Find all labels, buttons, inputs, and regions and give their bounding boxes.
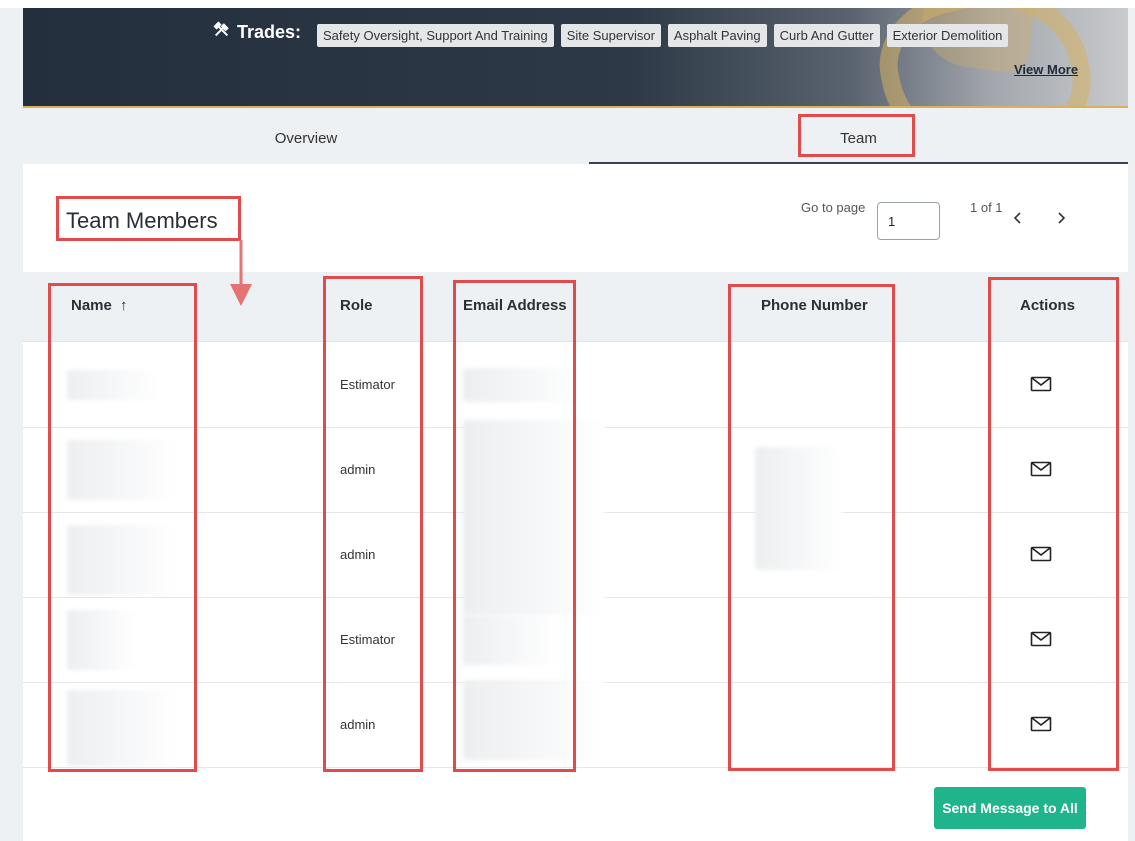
trade-chip: Asphalt Paving	[667, 24, 767, 47]
trades-label: Trades:	[237, 22, 302, 42]
annotation-arrow	[230, 240, 252, 306]
top-strip	[0, 0, 1135, 8]
chevron-right-icon[interactable]	[1051, 208, 1071, 228]
trade-chip: Curb And Gutter	[773, 24, 880, 47]
tab-overview[interactable]: Overview	[23, 116, 589, 162]
trades-list: Safety Oversight, Support And Training S…	[317, 24, 1009, 47]
trade-chip: Safety Oversight, Support And Training	[317, 24, 554, 47]
page-count: 1 of 1	[970, 200, 1003, 215]
annotation-box	[988, 277, 1119, 771]
trade-chip: Exterior Demolition	[886, 24, 1009, 47]
go-to-page-label: Go to page	[801, 200, 866, 215]
trades-heading: Trades:	[213, 21, 301, 44]
annotation-box	[728, 284, 895, 771]
annotation-box	[453, 280, 576, 772]
annotation-box	[56, 196, 241, 241]
annotation-box	[798, 114, 915, 157]
tab-bar: Overview Team	[23, 116, 1128, 164]
chevron-left-icon[interactable]	[1008, 208, 1028, 228]
annotation-box	[323, 276, 423, 772]
trade-chip: Site Supervisor	[560, 24, 661, 47]
send-message-to-all-button[interactable]: Send Message to All	[934, 787, 1086, 829]
company-banner: Trades: Safety Oversight, Support And Tr…	[23, 8, 1128, 108]
tools-icon	[213, 21, 231, 44]
page-number-input[interactable]	[877, 202, 940, 240]
annotation-box	[48, 283, 197, 772]
view-more-link[interactable]: View More	[1014, 62, 1078, 77]
